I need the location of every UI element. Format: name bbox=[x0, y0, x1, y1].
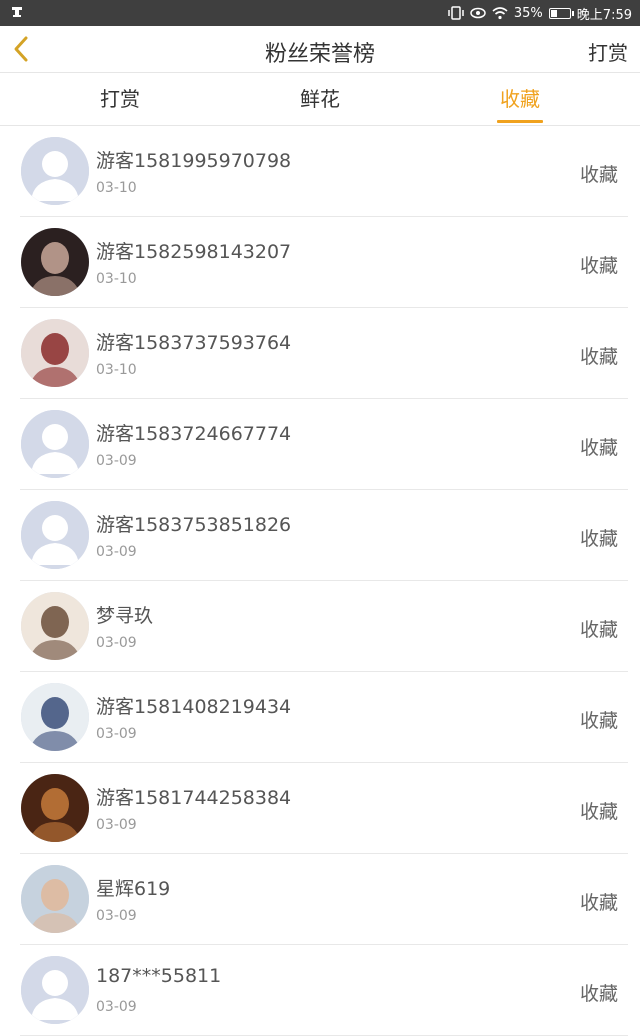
page-title: 粉丝荣誉榜 bbox=[264, 42, 375, 67]
avatar bbox=[21, 410, 89, 478]
photo-avatar-icon bbox=[21, 319, 89, 387]
date: 03-09 bbox=[96, 908, 137, 924]
fan-list: 游客1581995970798 03-10 收藏 游客1582598143207 03-… bbox=[0, 126, 640, 1036]
avatar bbox=[21, 501, 89, 569]
vibrate-icon bbox=[448, 6, 464, 20]
list-item[interactable]: 游客1583737593764 03-10 收藏 bbox=[20, 308, 628, 399]
user-name: 游客1581995970798 bbox=[96, 150, 292, 172]
user-name: 游客1581408219434 bbox=[96, 696, 292, 718]
avatar bbox=[21, 956, 89, 1024]
avatar bbox=[21, 137, 89, 205]
user-name: 游客1583724667774 bbox=[96, 423, 292, 445]
battery-percent: 35% bbox=[513, 5, 543, 21]
action-label: 收藏 bbox=[579, 164, 618, 186]
list-item[interactable]: 星辉619 03-09 收藏 bbox=[20, 854, 628, 945]
battery-icon bbox=[548, 7, 574, 19]
action-label: 收藏 bbox=[579, 710, 618, 732]
action-label: 收藏 bbox=[579, 983, 618, 1005]
photo-avatar-icon bbox=[21, 683, 89, 751]
user-name: 游客1583737593764 bbox=[96, 332, 292, 354]
avatar bbox=[21, 319, 89, 387]
date: 03-10 bbox=[96, 362, 137, 378]
tab-label: 收藏 bbox=[500, 87, 540, 111]
photo-avatar-icon bbox=[21, 592, 89, 660]
default-avatar-icon bbox=[21, 137, 89, 205]
default-avatar-icon bbox=[21, 410, 89, 478]
photo-avatar-icon bbox=[21, 865, 89, 933]
battery-fill bbox=[550, 9, 557, 17]
avatar bbox=[21, 683, 89, 751]
date: 03-09 bbox=[96, 635, 137, 651]
status-time: 晚上7:59 bbox=[576, 7, 632, 23]
wifi-icon bbox=[492, 6, 508, 19]
header: 粉丝荣誉榜 打赏 bbox=[0, 26, 640, 73]
eye-icon bbox=[470, 7, 486, 19]
tab-bar: 打赏 鲜花 收藏 bbox=[0, 73, 640, 126]
tab-favorites[interactable]: 收藏 bbox=[460, 73, 580, 125]
reward-button[interactable]: 打赏 bbox=[588, 37, 628, 66]
notification-icon bbox=[12, 7, 22, 17]
action-label: 收藏 bbox=[579, 619, 618, 641]
avatar bbox=[21, 592, 89, 660]
action-label: 收藏 bbox=[579, 255, 618, 277]
date: 03-09 bbox=[96, 453, 137, 469]
photo-avatar-icon bbox=[21, 228, 89, 296]
tab-reward[interactable]: 打赏 bbox=[60, 73, 180, 125]
user-name: 游客1583753851826 bbox=[96, 514, 292, 536]
list-item[interactable]: 游客1581744258384 03-09 收藏 bbox=[20, 763, 628, 854]
list-item[interactable]: 游客1582598143207 03-10 收藏 bbox=[20, 217, 628, 308]
user-name: 187***55811 bbox=[96, 965, 222, 987]
list-item[interactable]: 187***55811 03-09 收藏 bbox=[20, 945, 628, 1036]
date: 03-09 bbox=[96, 817, 137, 833]
list-item[interactable]: 梦寻玖 03-09 收藏 bbox=[20, 581, 628, 672]
list-item[interactable]: 游客1581995970798 03-10 收藏 bbox=[20, 126, 628, 217]
date: 03-10 bbox=[96, 180, 137, 196]
list-item[interactable]: 游客1581408219434 03-09 收藏 bbox=[20, 672, 628, 763]
tab-flowers[interactable]: 鲜花 bbox=[260, 73, 380, 125]
date: 03-10 bbox=[96, 271, 137, 287]
action-label: 收藏 bbox=[579, 801, 618, 823]
user-name: 游客1582598143207 bbox=[96, 241, 292, 263]
avatar bbox=[21, 865, 89, 933]
user-name: 星辉619 bbox=[96, 878, 171, 900]
action-label: 收藏 bbox=[579, 892, 618, 914]
status-bar: 35% 晚上7:59 bbox=[0, 0, 640, 26]
default-avatar-icon bbox=[21, 956, 89, 1024]
action-label: 收藏 bbox=[579, 437, 618, 459]
date: 03-09 bbox=[96, 726, 137, 742]
action-label: 收藏 bbox=[579, 528, 618, 550]
avatar bbox=[21, 774, 89, 842]
list-item[interactable]: 游客1583753851826 03-09 收藏 bbox=[20, 490, 628, 581]
avatar bbox=[21, 228, 89, 296]
photo-avatar-icon bbox=[21, 774, 89, 842]
action-label: 收藏 bbox=[579, 346, 618, 368]
tab-active-indicator bbox=[497, 120, 543, 123]
tab-label: 打赏 bbox=[100, 87, 140, 111]
user-name: 游客1581744258384 bbox=[96, 787, 292, 809]
default-avatar-icon bbox=[21, 501, 89, 569]
list-item[interactable]: 游客1583724667774 03-09 收藏 bbox=[20, 399, 628, 490]
status-right: 35% 晚上7:59 bbox=[448, 4, 632, 23]
user-name: 梦寻玖 bbox=[96, 605, 154, 627]
tab-label: 鲜花 bbox=[300, 87, 340, 111]
date: 03-09 bbox=[96, 544, 137, 560]
date: 03-09 bbox=[96, 999, 137, 1015]
